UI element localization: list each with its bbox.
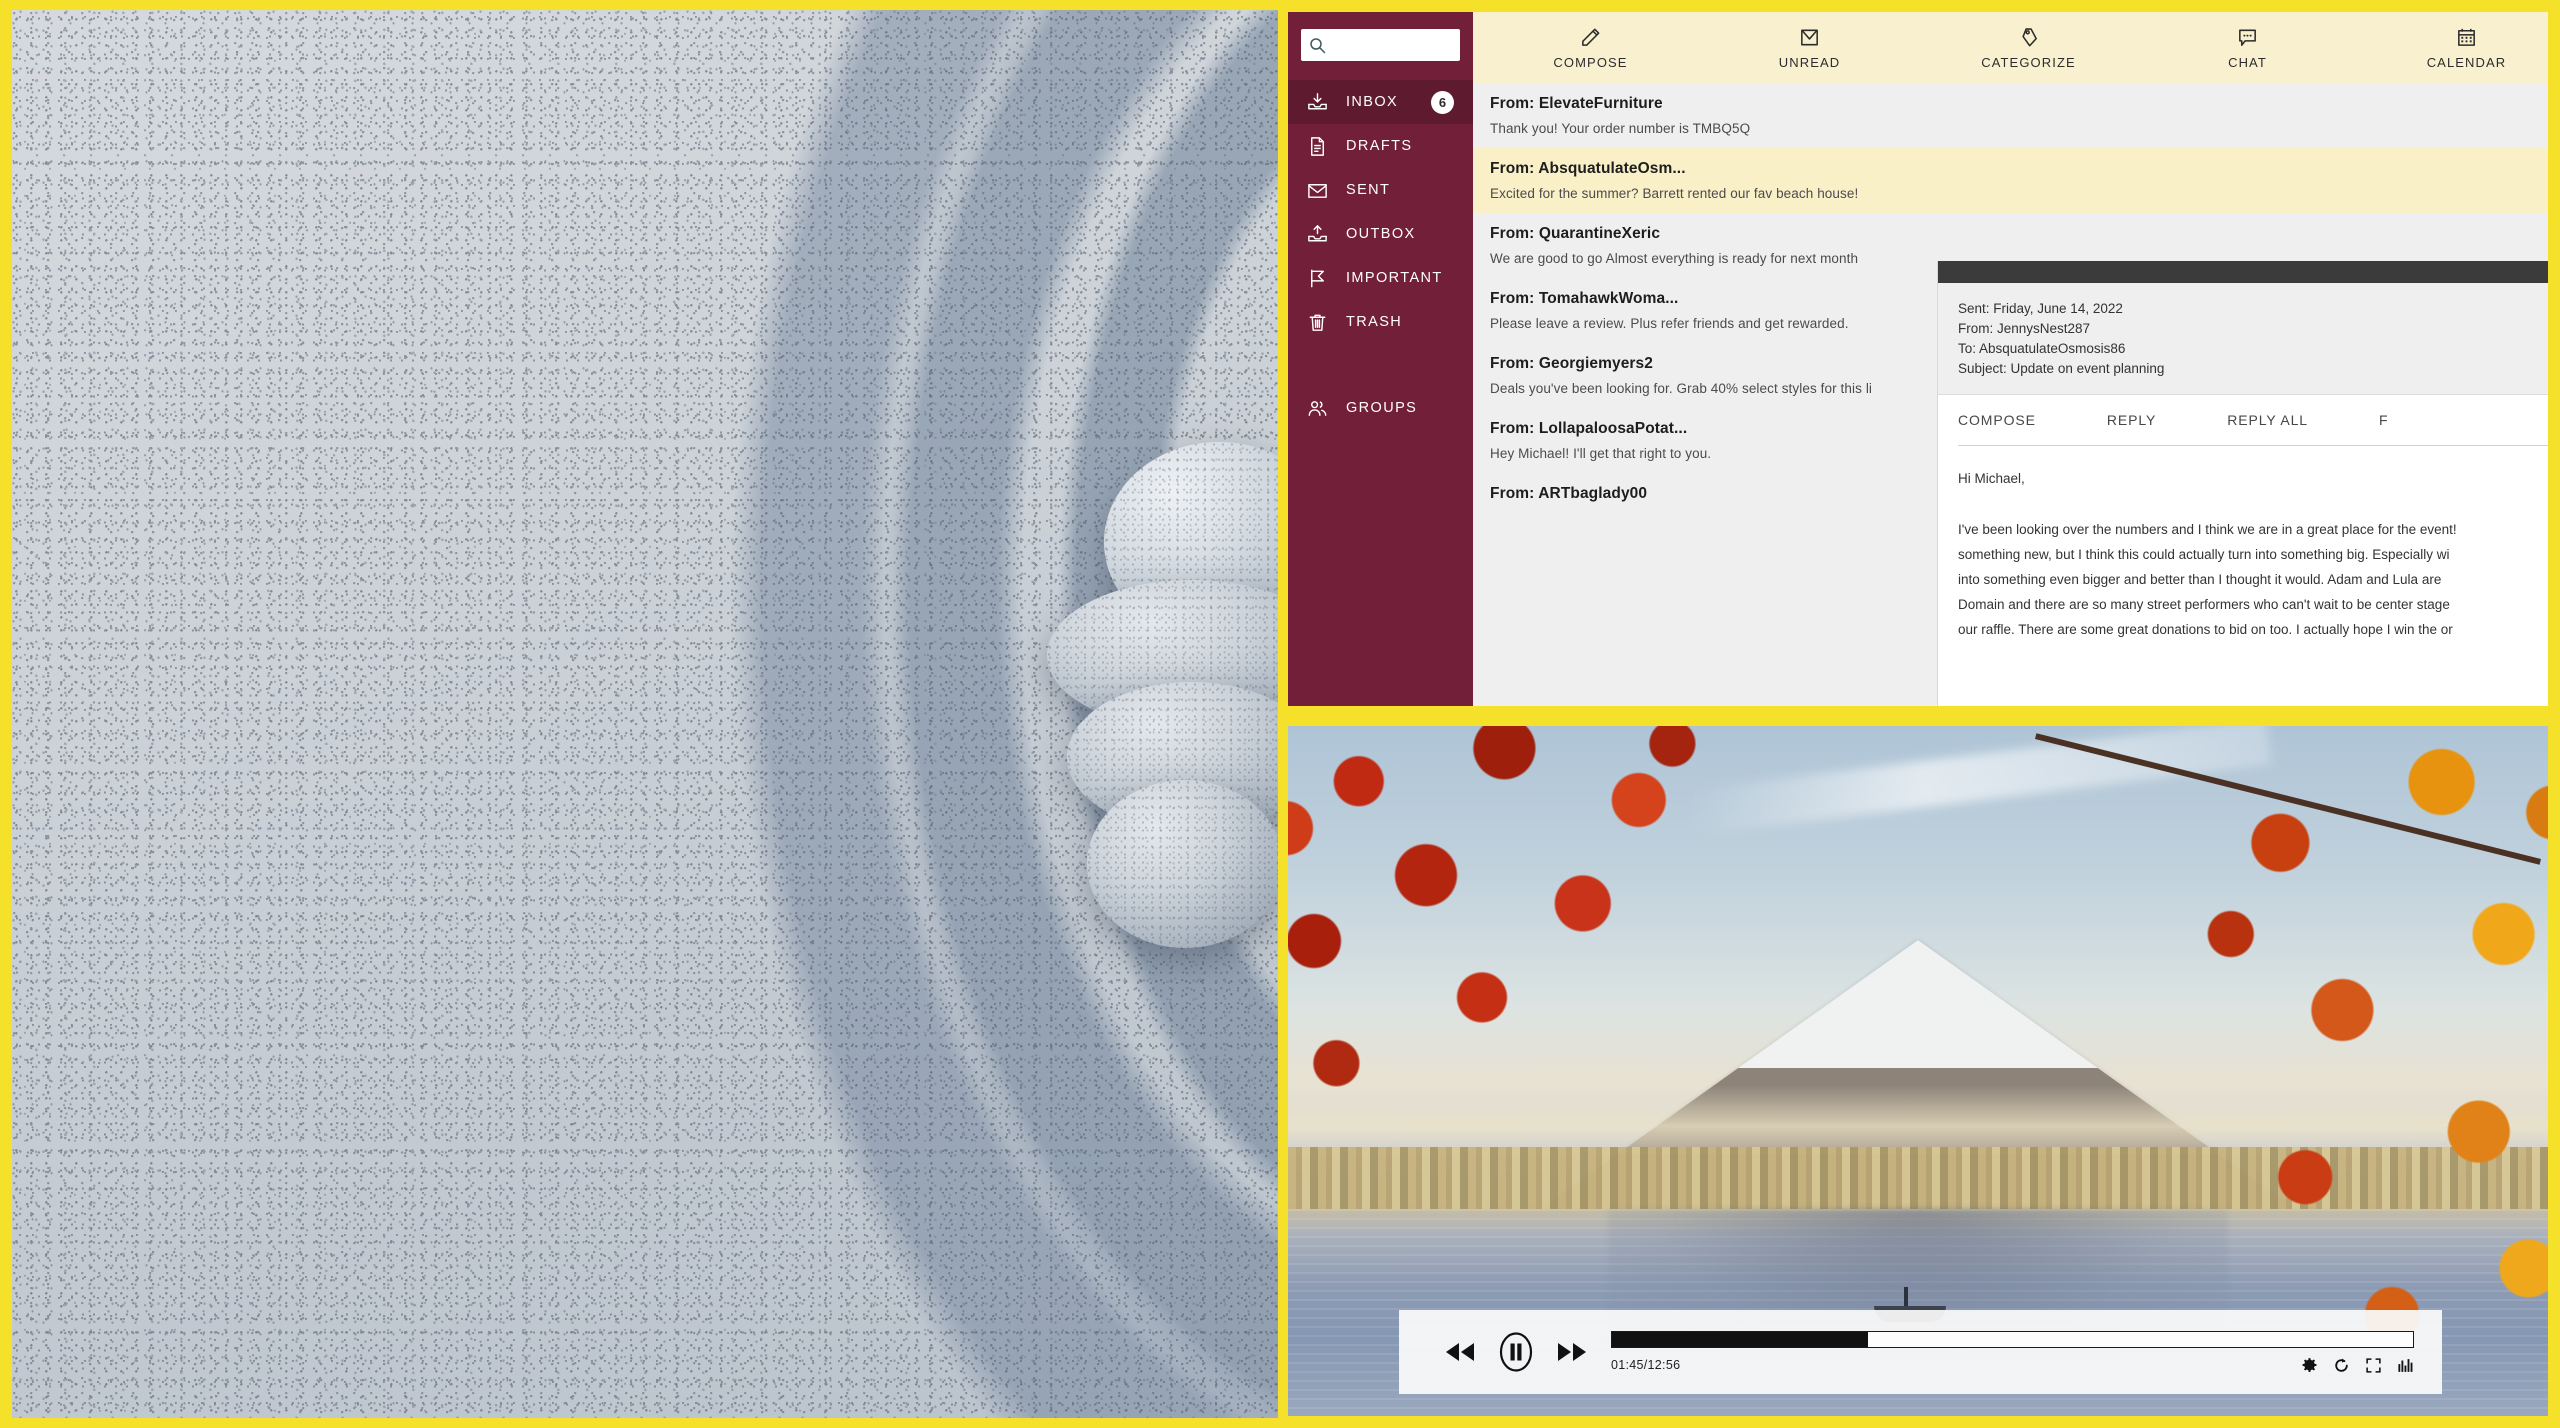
toolbar-compose-button[interactable]: COMPOSE	[1481, 25, 1700, 70]
email-body-line: I've been looking over the numbers and I…	[1958, 522, 2457, 537]
unread-envelope-icon	[1798, 25, 1821, 50]
email-reading-pane: Sent: Friday, June 14, 2022 From: Jennys…	[1938, 261, 2548, 706]
email-body: Hi Michael, I've been looking over the n…	[1938, 446, 2548, 706]
email-body-line: Domain and there are so many street perf…	[1958, 597, 2450, 612]
envelope-icon	[1306, 179, 1329, 202]
email-to: To: AbsquatulateOsmosis86	[1958, 341, 2126, 356]
mail-main-area: COMPOSE UNREAD CATEGORIZE CHAT CALENDAR …	[1473, 12, 2548, 706]
search-box[interactable]	[1301, 29, 1460, 61]
play-pause-button[interactable]	[1494, 1330, 1538, 1374]
reading-pane-titlebar	[1938, 261, 2548, 283]
sidebar-item-label: SENT	[1346, 182, 1391, 198]
email-list-item[interactable]: From: ElevateFurniture Thank you! Your o…	[1473, 83, 2548, 148]
inbox-tray-icon	[1306, 91, 1329, 114]
tab-reply[interactable]: REPLY	[2107, 412, 2156, 428]
fullscreen-icon[interactable]	[2365, 1357, 2382, 1374]
sidebar-item-label: GROUPS	[1346, 400, 1418, 416]
toolbar-calendar-button[interactable]: CALENDAR	[2357, 25, 2548, 70]
toolbar-unread-button[interactable]: UNREAD	[1700, 25, 1919, 70]
mail-application-window: INBOX 6 DRAFTS SENT OUTBOX IMPORTANT TRA…	[1288, 12, 2548, 706]
sidebar-item-trash[interactable]: TRASH	[1288, 300, 1473, 344]
search-container	[1288, 29, 1473, 80]
sidebar-item-label: INBOX	[1346, 94, 1399, 110]
video-player-controls: 01:45/12:56	[1399, 1310, 2442, 1394]
reading-pane-headers: Sent: Friday, June 14, 2022 From: Jennys…	[1938, 283, 2548, 395]
equalizer-icon[interactable]	[2397, 1357, 2414, 1374]
toolbar-item-label: CHAT	[2228, 55, 2267, 70]
player-progress-area: 01:45/12:56	[1611, 1330, 2442, 1374]
video-red-maple-leaves-left	[1288, 726, 1818, 1176]
playback-time: 01:45/12:56	[1611, 1358, 1681, 1372]
player-option-icons	[2301, 1357, 2414, 1374]
sidebar-item-label: OUTBOX	[1346, 226, 1416, 242]
reading-pane-action-tabs: COMPOSE REPLY REPLY ALL F	[1938, 395, 2548, 445]
sidebar-item-inbox[interactable]: INBOX 6	[1288, 80, 1473, 124]
sidebar-item-drafts[interactable]: DRAFTS	[1288, 124, 1473, 168]
desktop-root: INBOX 6 DRAFTS SENT OUTBOX IMPORTANT TRA…	[0, 0, 2560, 1428]
email-sender: From: ElevateFurniture	[1490, 95, 1663, 112]
toolbar-item-label: COMPOSE	[1553, 55, 1628, 70]
fast-forward-button[interactable]	[1555, 1340, 1589, 1364]
email-list-item[interactable]: From: AbsquatulateOsm... Excited for the…	[1473, 148, 2548, 213]
toolbar-chat-button[interactable]: CHAT	[2138, 25, 2357, 70]
trash-icon	[1306, 311, 1329, 334]
video-player-window: 01:45/12:56	[1288, 726, 2548, 1416]
tab-forward[interactable]: F	[2379, 412, 2388, 428]
gear-icon[interactable]	[2301, 1357, 2318, 1374]
calendar-icon	[2455, 25, 2478, 50]
email-body-line: into something even bigger and better th…	[1958, 572, 2442, 587]
email-body-line: our raffle. There are some great donatio…	[1958, 622, 2453, 637]
chat-bubble-icon	[2236, 25, 2259, 50]
tag-icon	[2017, 25, 2040, 50]
toolbar-item-label: UNREAD	[1778, 55, 1841, 70]
email-from: From: JennysNest287	[1958, 321, 2091, 336]
search-input[interactable]	[1331, 31, 1452, 59]
email-body-greeting: Hi Michael,	[1958, 471, 2025, 486]
rewind-button[interactable]	[1443, 1340, 1477, 1364]
sidebar-item-sent[interactable]: SENT	[1288, 168, 1473, 212]
sidebar-item-important[interactable]: IMPORTANT	[1288, 256, 1473, 300]
pencil-icon	[1579, 25, 1602, 50]
email-subject: Subject: Update on event planning	[1958, 361, 2165, 376]
stone-bottom	[1087, 780, 1278, 948]
progress-fill	[1612, 1331, 1869, 1347]
toolbar-item-label: CATEGORIZE	[1981, 55, 2076, 70]
email-list[interactable]: From: ElevateFurniture Thank you! Your o…	[1473, 83, 2548, 706]
sidebar-item-outbox[interactable]: OUTBOX	[1288, 212, 1473, 256]
tab-reply-all[interactable]: REPLY ALL	[2227, 412, 2308, 428]
sidebar-item-groups[interactable]: GROUPS	[1288, 386, 1473, 430]
search-icon	[1309, 37, 1326, 54]
sidebar-item-label: TRASH	[1346, 314, 1403, 330]
replay-icon[interactable]	[2333, 1357, 2350, 1374]
flag-icon	[1306, 267, 1329, 290]
sidebar-item-label: DRAFTS	[1346, 138, 1413, 154]
email-sender: From: AbsquatulateOsm...	[1490, 160, 1686, 177]
email-sender: From: QuarantineXeric	[1490, 225, 1661, 242]
toolbar-item-label: CALENDAR	[2426, 55, 2507, 70]
playback-controls	[1399, 1330, 1611, 1374]
people-group-icon	[1306, 397, 1329, 420]
email-sent-date: Sent: Friday, June 14, 2022	[1958, 301, 2123, 316]
sidebar-item-label: IMPORTANT	[1346, 270, 1443, 286]
mail-toolbar: COMPOSE UNREAD CATEGORIZE CHAT CALENDAR	[1473, 12, 2548, 83]
zen-stones-photo	[12, 10, 1278, 1418]
toolbar-categorize-button[interactable]: CATEGORIZE	[1919, 25, 2138, 70]
email-snippet: Excited for the summer? Barrett rented o…	[1490, 186, 1859, 201]
tab-compose[interactable]: COMPOSE	[1958, 412, 2036, 428]
email-snippet: Thank you! Your order number is TMBQ5Q	[1490, 121, 1751, 136]
document-icon	[1306, 135, 1329, 158]
email-body-line: something new, but I think this could ac…	[1958, 547, 2450, 562]
inbox-unread-badge: 6	[1431, 90, 1454, 114]
mail-sidebar: INBOX 6 DRAFTS SENT OUTBOX IMPORTANT TRA…	[1288, 12, 1473, 706]
player-status-row: 01:45/12:56	[1611, 1357, 2414, 1374]
outbox-tray-icon	[1306, 223, 1329, 246]
progress-scrubber[interactable]	[1611, 1330, 2414, 1348]
